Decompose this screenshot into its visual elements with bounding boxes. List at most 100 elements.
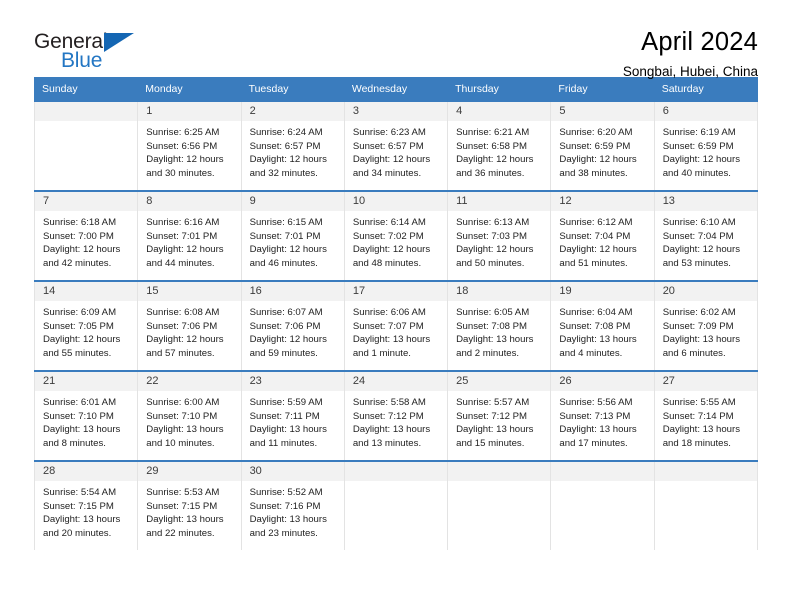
calendar-day-cell-empty bbox=[343, 460, 449, 550]
daylight-text: Daylight: 13 hours bbox=[43, 424, 121, 436]
sunset-text: Sunset: 7:12 PM bbox=[352, 410, 424, 422]
day-details: Sunrise: 6:14 AM Sunset: 7:02 PM Daylight:… bbox=[345, 211, 447, 270]
calendar-day-cell[interactable]: 8 Sunrise: 6:16 AM Sunset: 7:01 PM Daylight… bbox=[137, 190, 242, 281]
day-number: 29 bbox=[138, 462, 241, 481]
calendar-day-cell[interactable]: 12 Sunrise: 6:12 AM Sunset: 7:04 PM Dayligh… bbox=[550, 190, 655, 281]
calendar-page: General Blue April 2024 Songbai, Hubei, … bbox=[0, 0, 792, 612]
sunrise-text: Sunrise: 5:58 AM bbox=[352, 397, 426, 408]
sunrise-text: Sunrise: 6:06 AM bbox=[352, 307, 426, 318]
day-number bbox=[448, 462, 551, 481]
calendar-day-cell[interactable]: 24 Sunrise: 5:58 AM Sunset: 7:12 PM Dayligh… bbox=[343, 370, 449, 461]
calendar-day-cell[interactable]: 13 Sunrise: 6:10 AM Sunset: 7:04 PM Dayligh… bbox=[653, 190, 759, 281]
sunrise-text: Sunrise: 6:05 AM bbox=[456, 307, 530, 318]
daylight-text: and 15 minutes. bbox=[456, 437, 525, 449]
calendar-day-cell[interactable]: 14 Sunrise: 6:09 AM Sunset: 7:05 PM Dayligh… bbox=[33, 280, 139, 371]
sunset-text: Sunset: 7:08 PM bbox=[559, 320, 631, 332]
sunrise-text: Sunrise: 6:18 AM bbox=[43, 217, 117, 228]
calendar-week-row: 14 Sunrise: 6:09 AM Sunset: 7:05 PM Dayligh… bbox=[33, 280, 759, 371]
sunrise-text: Sunrise: 6:02 AM bbox=[662, 307, 736, 318]
general-blue-logo: General Blue bbox=[34, 28, 154, 80]
calendar-day-cell[interactable]: 1 Sunrise: 6:25 AM Sunset: 6:56 PM Daylight… bbox=[137, 100, 242, 191]
day-number: 9 bbox=[241, 192, 344, 211]
calendar-day-cell[interactable]: 18 Sunrise: 6:05 AM Sunset: 7:08 PM Dayligh… bbox=[447, 280, 552, 371]
day-number: 1 bbox=[138, 102, 241, 121]
calendar-day-cell[interactable]: 4 Sunrise: 6:21 AM Sunset: 6:58 PM Daylight… bbox=[447, 100, 552, 191]
calendar-day-cell[interactable]: 6 Sunrise: 6:19 AM Sunset: 6:59 PM Daylight… bbox=[653, 100, 759, 191]
calendar-day-cell[interactable]: 30 Sunrise: 5:52 AM Sunset: 7:16 PM Dayligh… bbox=[240, 460, 345, 550]
calendar-day-cell[interactable]: 17 Sunrise: 6:06 AM Sunset: 7:07 PM Dayligh… bbox=[343, 280, 449, 371]
calendar-day-cell[interactable]: 21 Sunrise: 6:01 AM Sunset: 7:10 PM Dayligh… bbox=[33, 370, 139, 461]
sunrise-text: Sunrise: 6:20 AM bbox=[559, 127, 633, 138]
daylight-text: and 30 minutes. bbox=[146, 167, 215, 179]
daylight-text: Daylight: 13 hours bbox=[456, 424, 534, 436]
calendar-day-cell[interactable]: 5 Sunrise: 6:20 AM Sunset: 6:59 PM Daylight… bbox=[550, 100, 655, 191]
calendar-week-row: 1 Sunrise: 6:25 AM Sunset: 6:56 PM Daylight… bbox=[33, 100, 759, 191]
calendar-day-cell[interactable]: 26 Sunrise: 5:56 AM Sunset: 7:13 PM Dayligh… bbox=[550, 370, 655, 461]
day-details: Sunrise: 5:54 AM Sunset: 7:15 PM Daylight:… bbox=[35, 481, 137, 540]
sunrise-text: Sunrise: 6:25 AM bbox=[146, 127, 220, 138]
day-details: Sunrise: 6:00 AM Sunset: 7:10 PM Daylight:… bbox=[138, 391, 240, 450]
day-number: 5 bbox=[551, 102, 654, 121]
calendar-day-cell-empty bbox=[33, 100, 139, 191]
calendar-day-cell[interactable]: 10 Sunrise: 6:14 AM Sunset: 7:02 PM Dayligh… bbox=[343, 190, 449, 281]
sunset-text: Sunset: 7:03 PM bbox=[456, 230, 528, 242]
day-number: 6 bbox=[654, 102, 757, 121]
sunrise-text: Sunrise: 6:19 AM bbox=[662, 127, 736, 138]
sunset-text: Sunset: 7:13 PM bbox=[559, 410, 631, 422]
weekday-header-thursday: Thursday bbox=[447, 77, 552, 102]
day-details: Sunrise: 6:08 AM Sunset: 7:06 PM Daylight:… bbox=[138, 301, 240, 360]
daylight-text: and 22 minutes. bbox=[146, 527, 215, 539]
day-number: 27 bbox=[654, 372, 757, 391]
day-number: 28 bbox=[35, 462, 138, 481]
calendar-day-cell[interactable]: 11 Sunrise: 6:13 AM Sunset: 7:03 PM Dayligh… bbox=[447, 190, 552, 281]
sunset-text: Sunset: 7:06 PM bbox=[249, 320, 321, 332]
calendar-day-cell[interactable]: 25 Sunrise: 5:57 AM Sunset: 7:12 PM Dayligh… bbox=[447, 370, 552, 461]
calendar-day-cell[interactable]: 15 Sunrise: 6:08 AM Sunset: 7:06 PM Dayligh… bbox=[137, 280, 242, 371]
sunset-text: Sunset: 7:10 PM bbox=[43, 410, 114, 422]
sunset-text: Sunset: 7:04 PM bbox=[559, 230, 631, 242]
calendar-day-cell[interactable]: 20 Sunrise: 6:02 AM Sunset: 7:09 PM Dayligh… bbox=[653, 280, 759, 371]
weekday-header-sunday: Sunday bbox=[33, 77, 139, 102]
daylight-text: Daylight: 13 hours bbox=[146, 424, 224, 436]
calendar-day-cell-empty bbox=[447, 460, 552, 550]
daylight-text: Daylight: 12 hours bbox=[559, 154, 637, 166]
calendar-day-cell[interactable]: 9 Sunrise: 6:15 AM Sunset: 7:01 PM Daylight… bbox=[240, 190, 345, 281]
sunset-text: Sunset: 7:14 PM bbox=[662, 410, 734, 422]
sunrise-text: Sunrise: 6:21 AM bbox=[456, 127, 530, 138]
sunrise-text: Sunrise: 5:52 AM bbox=[249, 487, 323, 498]
sunrise-text: Sunrise: 6:24 AM bbox=[249, 127, 323, 138]
sunset-text: Sunset: 6:59 PM bbox=[559, 140, 631, 152]
page-header: General Blue April 2024 Songbai, Hubei, … bbox=[34, 0, 758, 79]
daylight-text: Daylight: 13 hours bbox=[352, 334, 431, 346]
day-details: Sunrise: 6:13 AM Sunset: 7:03 PM Daylight:… bbox=[448, 211, 550, 270]
calendar-day-cell[interactable]: 19 Sunrise: 6:04 AM Sunset: 7:08 PM Dayligh… bbox=[550, 280, 655, 371]
daylight-text: and 44 minutes. bbox=[146, 257, 215, 269]
calendar-day-cell[interactable]: 28 Sunrise: 5:54 AM Sunset: 7:15 PM Dayligh… bbox=[33, 460, 139, 550]
daylight-text: and 4 minutes. bbox=[559, 347, 623, 359]
daylight-text: and 17 minutes. bbox=[559, 437, 628, 449]
day-number bbox=[344, 462, 448, 481]
calendar-day-cell[interactable]: 3 Sunrise: 6:23 AM Sunset: 6:57 PM Daylight… bbox=[343, 100, 449, 191]
calendar-day-cell[interactable]: 23 Sunrise: 5:59 AM Sunset: 7:11 PM Dayligh… bbox=[240, 370, 345, 461]
day-details: Sunrise: 6:12 AM Sunset: 7:04 PM Daylight:… bbox=[551, 211, 653, 270]
calendar-day-cell[interactable]: 29 Sunrise: 5:53 AM Sunset: 7:15 PM Dayligh… bbox=[137, 460, 242, 550]
calendar-day-cell[interactable]: 16 Sunrise: 6:07 AM Sunset: 7:06 PM Dayligh… bbox=[240, 280, 345, 371]
calendar-day-cell[interactable]: 27 Sunrise: 5:55 AM Sunset: 7:14 PM Dayligh… bbox=[653, 370, 759, 461]
sunrise-text: Sunrise: 6:13 AM bbox=[456, 217, 530, 228]
sunset-text: Sunset: 7:04 PM bbox=[662, 230, 734, 242]
day-details: Sunrise: 6:18 AM Sunset: 7:00 PM Daylight:… bbox=[35, 211, 137, 270]
sunset-text: Sunset: 7:01 PM bbox=[146, 230, 218, 242]
calendar-day-cell[interactable]: 22 Sunrise: 6:00 AM Sunset: 7:10 PM Dayligh… bbox=[137, 370, 242, 461]
day-details: Sunrise: 6:16 AM Sunset: 7:01 PM Daylight:… bbox=[138, 211, 240, 270]
calendar-day-cell[interactable]: 2 Sunrise: 6:24 AM Sunset: 6:57 PM Daylight… bbox=[240, 100, 345, 191]
sunrise-text: Sunrise: 6:15 AM bbox=[249, 217, 323, 228]
day-number: 11 bbox=[448, 192, 551, 211]
calendar-day-cell[interactable]: 7 Sunrise: 6:18 AM Sunset: 7:00 PM Daylight… bbox=[33, 190, 139, 281]
weekday-header-wednesday: Wednesday bbox=[343, 77, 449, 102]
day-details: Sunrise: 6:04 AM Sunset: 7:08 PM Daylight:… bbox=[551, 301, 653, 360]
day-number: 26 bbox=[551, 372, 654, 391]
day-number bbox=[654, 462, 757, 481]
day-number: 19 bbox=[551, 282, 654, 301]
sunset-text: Sunset: 7:15 PM bbox=[146, 500, 218, 512]
sunset-text: Sunset: 6:57 PM bbox=[352, 140, 424, 152]
